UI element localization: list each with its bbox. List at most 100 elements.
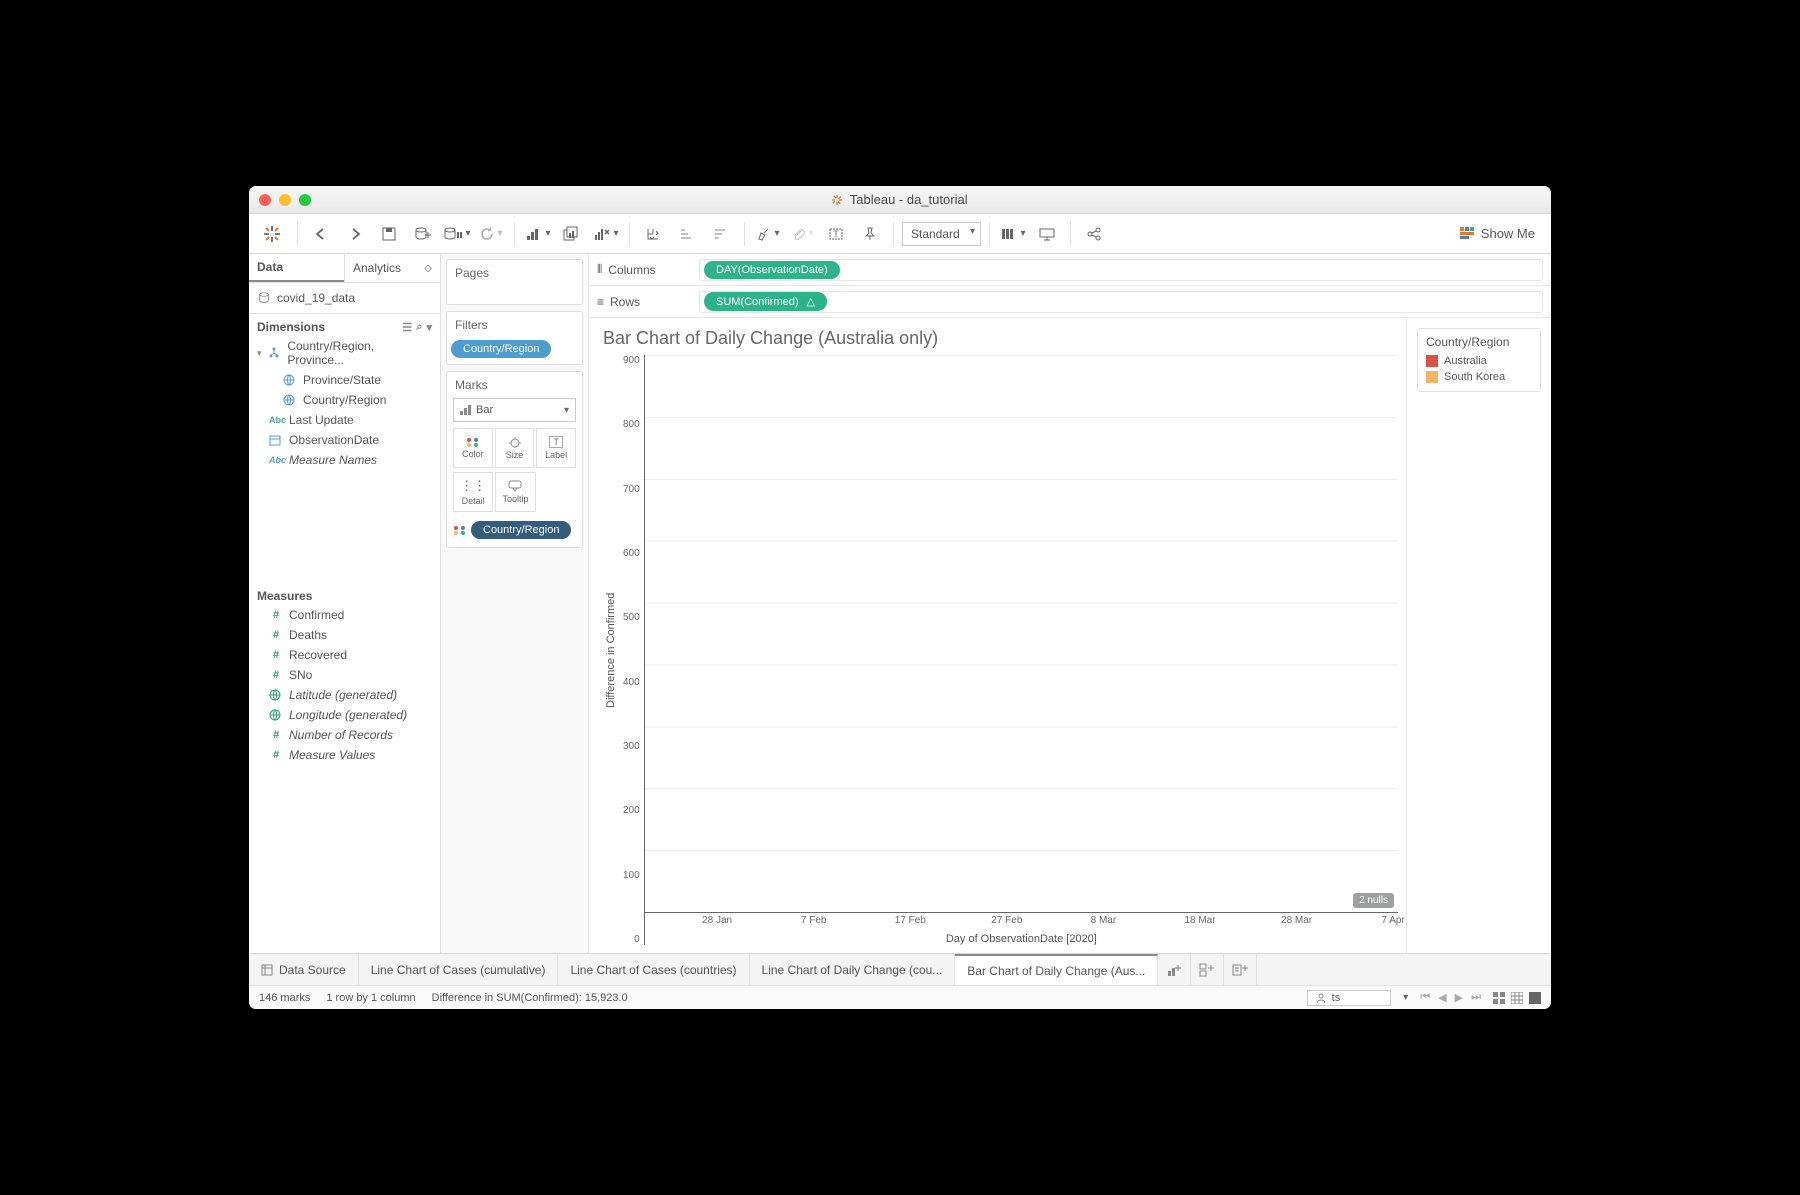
new-story-tab-button[interactable] — [1224, 954, 1257, 985]
dimension-field[interactable]: ▾Country/Region, Province... — [249, 336, 440, 370]
new-dashboard-tab-button[interactable] — [1191, 954, 1224, 985]
chart-view: Bar Chart of Daily Change (Australia onl… — [589, 318, 1407, 953]
minimize-window-button[interactable] — [279, 194, 291, 206]
zoom-window-button[interactable] — [299, 194, 311, 206]
marks-label-cell[interactable]: TLabel — [536, 428, 576, 468]
nulls-indicator[interactable]: 2 nulls — [1353, 893, 1394, 908]
search-icon[interactable]: ⌕ — [416, 321, 422, 334]
sheet-tab[interactable]: Bar Chart of Daily Change (Aus... — [955, 954, 1158, 985]
status-diff: Difference in SUM(Confirmed): 15,923.0 — [432, 992, 628, 1004]
chart-bars[interactable]: 2 nulls — [645, 355, 1398, 913]
app-window: Tableau - da_tutorial ▾ ▾ ▾ ▾ ▾ ▾ T Stan… — [249, 186, 1551, 1009]
redo-button[interactable] — [340, 219, 370, 249]
filter-pill[interactable]: Country/Region — [451, 340, 551, 358]
clear-sheet-button[interactable]: ▾ — [591, 219, 621, 249]
measure-field[interactable]: #SNo — [249, 665, 440, 685]
rows-pill[interactable]: SUM(Confirmed)△ — [704, 292, 827, 311]
y-axis-label: Difference in Confirmed — [603, 355, 619, 945]
sort-asc-button[interactable] — [672, 219, 702, 249]
swap-axes-button[interactable] — [638, 219, 668, 249]
dimension-field[interactable]: Province/State — [249, 370, 440, 390]
user-caret[interactable]: ▾ — [1403, 992, 1408, 1003]
undo-button[interactable] — [306, 219, 336, 249]
pause-autoupdate-button[interactable]: ▾ — [442, 219, 472, 249]
marks-size-cell[interactable]: Size — [495, 428, 535, 468]
nav-prev-button[interactable]: ◀ — [1438, 991, 1446, 1004]
presentation-mode-button[interactable] — [1032, 219, 1062, 249]
new-worksheet-button[interactable]: ▾ — [523, 219, 553, 249]
view-medium-icon[interactable] — [1511, 992, 1523, 1004]
nav-next-button[interactable]: ▶ — [1455, 991, 1463, 1004]
measure-field[interactable]: #Measure Values — [249, 745, 440, 765]
marks-detail-cell[interactable]: ⋮⋮Detail — [453, 472, 493, 512]
x-axis-ticks: 28 Jan7 Feb17 Feb27 Feb8 Mar18 Mar28 Mar… — [645, 913, 1398, 931]
new-data-source-button[interactable] — [408, 219, 438, 249]
legend-card[interactable]: Country/Region AustraliaSouth Korea — [1417, 328, 1541, 392]
close-window-button[interactable] — [259, 194, 271, 206]
legend-panel: Country/Region AustraliaSouth Korea — [1407, 318, 1551, 953]
mark-type-select[interactable]: Bar ▾ — [453, 398, 576, 422]
user-select[interactable]: ts — [1307, 990, 1392, 1006]
delta-icon: △ — [807, 295, 815, 308]
dimension-field[interactable]: AbcLast Update — [249, 410, 440, 430]
view-large-icon[interactable] — [1529, 992, 1541, 1004]
menu-caret-icon[interactable]: ▾ — [426, 321, 432, 334]
show-hide-cards-button[interactable]: ▾ — [998, 219, 1028, 249]
columns-icon: ⦀ — [597, 262, 602, 277]
view-small-icon[interactable] — [1493, 992, 1505, 1004]
sort-desc-button[interactable] — [706, 219, 736, 249]
filters-card[interactable]: Filters Country/Region — [446, 311, 583, 365]
marks-tooltip-cell[interactable]: Tooltip — [495, 472, 535, 512]
legend-item[interactable]: South Korea — [1426, 369, 1532, 385]
sheet-tab[interactable]: Line Chart of Cases (countries) — [558, 954, 749, 985]
new-sheet-tab-button[interactable] — [1158, 954, 1191, 985]
measure-field[interactable]: #Number of Records — [249, 725, 440, 745]
color-pill[interactable]: Country/Region — [471, 521, 571, 539]
rows-icon: ≡ — [597, 295, 604, 309]
pages-card[interactable]: Pages — [446, 259, 583, 305]
attachment-button[interactable]: ▾ — [787, 219, 817, 249]
sheet-tab[interactable]: Line Chart of Daily Change (cou... — [750, 954, 956, 985]
highlight-button[interactable]: ▾ — [753, 219, 783, 249]
svg-text:T: T — [833, 229, 839, 239]
columns-shelf[interactable]: ⦀Columns DAY(ObservationDate) — [589, 254, 1551, 286]
save-button[interactable] — [374, 219, 404, 249]
color-icon — [453, 525, 467, 535]
nav-first-button[interactable]: ⏮ — [1420, 991, 1430, 1004]
cards-column: Pages Filters Country/Region Marks Bar ▾… — [441, 254, 589, 953]
dimension-field[interactable]: ObservationDate — [249, 430, 440, 450]
main-toolbar: ▾ ▾ ▾ ▾ ▾ ▾ T Standard ▾ Show Me — [249, 214, 1551, 254]
nav-last-button[interactable]: ⏭ — [1471, 991, 1481, 1004]
view-list-icon[interactable]: ☰ — [402, 321, 412, 334]
duplicate-sheet-button[interactable] — [557, 219, 587, 249]
share-button[interactable] — [1079, 219, 1109, 249]
rows-shelf[interactable]: ≡Rows SUM(Confirmed)△ — [589, 286, 1551, 318]
fit-select[interactable]: Standard — [902, 222, 981, 246]
measure-field[interactable]: #Recovered — [249, 645, 440, 665]
labels-button[interactable]: T — [821, 219, 851, 249]
legend-item[interactable]: Australia — [1426, 353, 1532, 369]
measure-field[interactable]: Latitude (generated) — [249, 685, 440, 705]
tableau-logo-button[interactable] — [255, 219, 289, 249]
dimension-field[interactable]: AbcMeasure Names — [249, 450, 440, 470]
datasource-row[interactable]: covid_19_data — [249, 283, 440, 314]
status-rowcol: 1 row by 1 column — [326, 992, 415, 1004]
columns-pill[interactable]: DAY(ObservationDate) — [704, 261, 840, 279]
marks-card: Marks Bar ▾ Color Size TLabel ⋮⋮Detail T… — [446, 371, 583, 548]
measure-field[interactable]: #Confirmed — [249, 605, 440, 625]
show-me-button[interactable]: Show Me — [1449, 226, 1545, 242]
marks-color-cell[interactable]: Color — [453, 428, 493, 468]
measure-field[interactable]: #Deaths — [249, 625, 440, 645]
data-source-tab[interactable]: Data Source — [249, 954, 359, 985]
analytics-tab[interactable]: Analytics◇ — [344, 254, 440, 282]
data-pane: Data Analytics◇ covid_19_data Dimensions… — [249, 254, 441, 953]
pin-button[interactable] — [855, 219, 885, 249]
dimension-field[interactable]: Country/Region — [249, 390, 440, 410]
x-axis-label: Day of ObservationDate [2020] — [645, 933, 1398, 945]
sheet-tab[interactable]: Line Chart of Cases (cumulative) — [359, 954, 559, 985]
refresh-button[interactable]: ▾ — [476, 219, 506, 249]
y-axis-ticks: 9008007006005004003002001000 — [619, 355, 644, 945]
status-marks: 146 marks — [259, 992, 310, 1004]
data-tab[interactable]: Data — [249, 254, 344, 282]
measure-field[interactable]: Longitude (generated) — [249, 705, 440, 725]
